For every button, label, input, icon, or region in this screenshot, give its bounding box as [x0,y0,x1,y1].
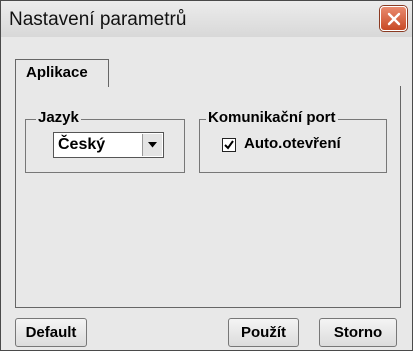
communication-port-legend: Komunikační port [206,109,338,126]
chevron-down-icon [148,142,157,148]
cancel-button[interactable]: Storno [319,318,397,347]
title-bar[interactable]: Nastavení parametrů [1,1,412,37]
settings-dialog: Nastavení parametrů Aplikace Jazyk Český… [0,0,413,351]
auto-open-label[interactable]: Auto.otevření [244,135,341,152]
apply-button[interactable]: Použít [228,318,299,347]
checkmark-icon [224,140,234,150]
close-button[interactable] [380,6,407,31]
window-title: Nastavení parametrů [9,9,187,30]
language-group-legend: Jazyk [36,109,81,126]
language-select-value: Český [58,136,106,153]
close-icon [387,12,401,26]
tab-aplikace-label: Aplikace [26,64,88,81]
auto-open-checkbox[interactable] [222,138,236,152]
dropdown-arrow-button[interactable] [142,134,162,156]
default-button[interactable]: Default [15,318,87,347]
tab-aplikace[interactable]: Aplikace [15,59,109,87]
language-select[interactable]: Český [53,132,164,158]
